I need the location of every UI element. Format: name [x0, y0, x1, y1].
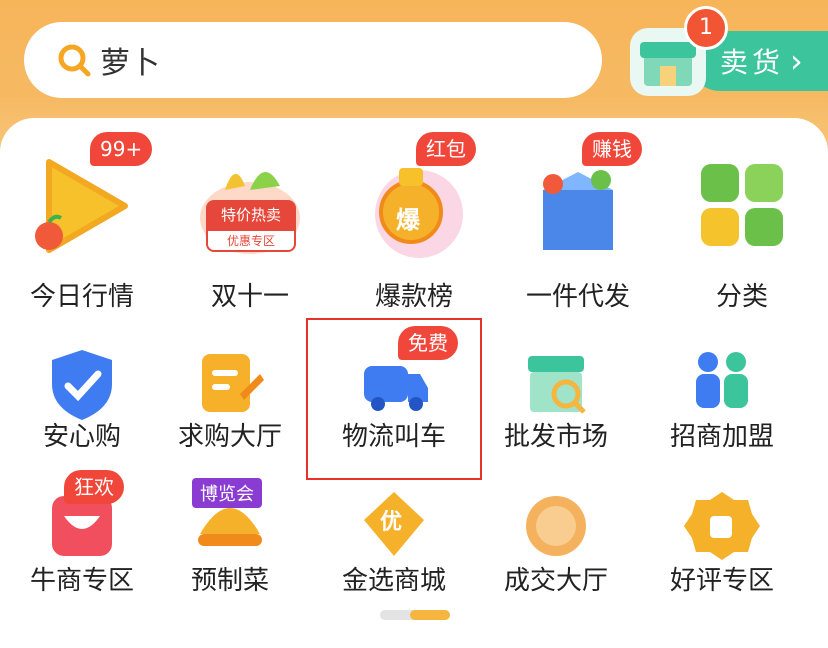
play-icon	[35, 159, 128, 253]
menu-item-safe-buy[interactable]: 安心购	[0, 344, 164, 454]
menu-label: 预制菜	[190, 566, 269, 596]
menu-item-gold-mall[interactable]: 优 金选商城	[312, 486, 476, 596]
menu-item-double-eleven[interactable]: 特价热卖 优惠专区 双十一	[168, 118, 332, 318]
badge-count: 99+	[90, 132, 153, 166]
menu-label: 一件代发	[525, 282, 630, 312]
menu-label: 批发市场	[503, 422, 608, 452]
emblem-text: 优	[380, 510, 403, 535]
menu-item-dropship[interactable]: 赚钱 一件代发	[496, 118, 660, 318]
menu-item-deal-hall[interactable]: 成交大厅	[474, 486, 638, 596]
promo-banner: 特价热卖 优惠专区	[206, 200, 296, 252]
menu-label: 招商加盟	[669, 422, 774, 452]
expo-banner: 博览会	[192, 478, 262, 508]
menu-label: 成交大厅	[503, 566, 608, 596]
category-grid-icon	[701, 164, 783, 246]
menu-label: 牛商专区	[29, 566, 134, 596]
menu-item-categories[interactable]: 分类	[660, 118, 824, 318]
menu-label: 双十一	[210, 282, 289, 312]
search-input[interactable]: 萝卜	[100, 38, 160, 82]
notification-badge: 1	[684, 6, 728, 50]
menu-item-hot-list[interactable]: 爆 红包 爆款榜	[332, 118, 496, 318]
badge-carnival: 狂欢	[64, 470, 124, 504]
menu-item-today-market[interactable]: 99+ 今日行情	[0, 118, 164, 318]
handshake-icon	[696, 352, 748, 408]
search-bar[interactable]: 萝卜	[24, 22, 602, 98]
menu-label: 求购大厅	[177, 422, 282, 452]
menu-item-franchise[interactable]: 招商加盟	[640, 344, 804, 454]
menu-item-cattle-zone[interactable]: 狂欢 牛商专区	[0, 470, 164, 596]
box-icon	[543, 170, 613, 250]
thumbs-up-icon	[684, 492, 760, 560]
market-icon	[528, 356, 586, 414]
shield-icon	[52, 350, 112, 420]
highlight-box	[306, 318, 482, 480]
search-icon	[58, 44, 91, 77]
sell-button[interactable]: 卖货 › 1	[630, 6, 828, 96]
menu-label: 安心购	[42, 422, 121, 452]
page-indicator	[380, 610, 450, 620]
badge-earn: 赚钱	[582, 132, 642, 166]
menu-label: 好评专区	[669, 566, 774, 596]
menu-item-purchase-hall[interactable]: 求购大厅	[148, 344, 312, 454]
menu-label: 今日行情	[29, 282, 134, 312]
emblem-text: 爆	[396, 206, 420, 234]
coin-icon	[526, 496, 586, 556]
sell-label: 卖货	[720, 46, 785, 79]
menu-label: 爆款榜	[374, 282, 453, 312]
active-page-dot	[410, 610, 450, 620]
menu-label: 分类	[715, 282, 768, 312]
badge-redpacket: 红包	[416, 132, 476, 166]
request-form-icon	[202, 354, 264, 412]
menu-label: 金选商城	[341, 566, 446, 596]
menu-item-wholesale-market[interactable]: 批发市场	[474, 344, 638, 454]
menu-item-good-reviews[interactable]: 好评专区	[640, 486, 804, 596]
chevron-right-icon: ›	[790, 42, 807, 80]
menu-item-prepared-dishes[interactable]: 博览会 预制菜	[148, 478, 312, 596]
